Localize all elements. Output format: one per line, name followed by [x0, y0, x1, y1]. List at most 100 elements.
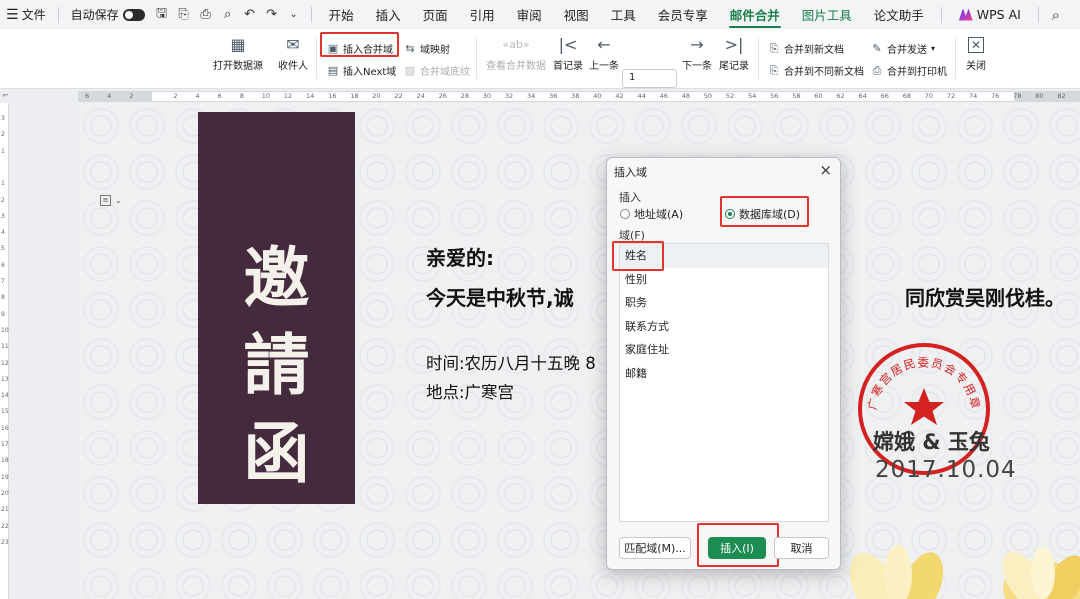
- field-item-gender[interactable]: 性别: [620, 268, 828, 292]
- field-item-address[interactable]: 家庭住址: [620, 338, 828, 362]
- place-line: 地点:广寒宫: [426, 383, 515, 402]
- address-field-radio[interactable]: 地址域(A): [620, 206, 683, 222]
- wps-ai-logo-icon: [958, 8, 973, 21]
- close-label: 关闭: [966, 61, 986, 72]
- file-menu[interactable]: ☰ 文件: [0, 0, 52, 29]
- last-record-label: 尾记录: [719, 61, 749, 72]
- merge-separate-docs-button[interactable]: ⎘ 合并到不同新文档: [768, 63, 864, 79]
- ribbon-separator: [758, 37, 759, 79]
- field-item-contact[interactable]: 联系方式: [620, 315, 828, 339]
- ruler-tick-label: 6: [85, 92, 90, 100]
- menu-separator: [1037, 6, 1039, 23]
- menu-separator: [310, 6, 312, 23]
- export-pdf-icon[interactable]: ⎘: [173, 4, 195, 26]
- arrow-right-icon: →: [690, 35, 704, 54]
- merge-field-shading-button[interactable]: ▨ 合并域底纹: [404, 63, 470, 78]
- vertical-ruler-tick-label: 14: [1, 392, 9, 400]
- arrow-left-icon: ←: [597, 35, 611, 54]
- tab-mail-merge[interactable]: 邮件合并: [719, 0, 791, 29]
- record-number-input[interactable]: 1: [622, 69, 677, 88]
- save-icon[interactable]: 🖫: [151, 4, 173, 26]
- print-icon[interactable]: ⎙: [195, 4, 217, 26]
- recipients-button[interactable]: ✉ 收件人: [278, 37, 308, 73]
- lotus-flower-image: [849, 545, 1080, 599]
- ruler-tick-label: 40: [593, 92, 602, 100]
- field-item-name[interactable]: 姓名: [620, 244, 828, 268]
- insert-next-field-button[interactable]: ▤ 插入Next域: [327, 63, 397, 78]
- open-datasource-button[interactable]: ▦ 打开数据源: [213, 35, 263, 73]
- close-mail-merge-button[interactable]: ✕ 关闭: [966, 37, 986, 72]
- vertical-ruler[interactable]: 3 2 1 1 2 3 4 5 6 7 8 9 10 11 12 13 14 15 16 17 18 19 20 21 22 23: [0, 103, 9, 599]
- ruler-tick-label: 20: [372, 92, 381, 100]
- radio-off-icon: [620, 209, 630, 219]
- prev-record-button[interactable]: ← 上一条: [589, 35, 619, 73]
- invitation-banner: 邀 請 函: [198, 112, 355, 504]
- tab-picture-tools[interactable]: 图片工具: [791, 0, 863, 29]
- vertical-ruler-tick-label: 2: [1, 131, 5, 139]
- ruler-tick-label: 22: [394, 92, 403, 100]
- field-item-origin[interactable]: 邮籍: [620, 362, 828, 386]
- ruler-corner-icon: ⌐: [2, 91, 9, 100]
- merge-new-doc-button[interactable]: ⎘ 合并到新文档: [768, 41, 844, 57]
- autosave-toggle[interactable]: 自动保存: [65, 0, 151, 29]
- vertical-ruler-tick-label: 6: [1, 261, 5, 269]
- tab-member[interactable]: 会员专享: [647, 0, 719, 29]
- first-record-button[interactable]: |< 首记录: [553, 37, 583, 73]
- field-item-position[interactable]: 职务: [620, 291, 828, 315]
- vertical-ruler-tick-label: 8: [1, 294, 5, 302]
- insert-next-field-label: 插入Next域: [343, 67, 397, 78]
- insert-button[interactable]: 插入(I): [708, 537, 766, 559]
- horizontal-ruler[interactable]: ⌐ 6 4 2 2 4 6 8 10 12 14 16 18 20 22 24 26 28 30 32 34 36 38 4…: [0, 89, 1080, 103]
- redo-icon[interactable]: ↷: [261, 4, 283, 26]
- ruler-tick-label: 62: [836, 92, 845, 100]
- vertical-ruler-tick-label: 15: [1, 408, 9, 416]
- ruler-tick-label: 26: [438, 92, 447, 100]
- vertical-ruler-tick-label: 21: [1, 506, 9, 514]
- print-preview-icon[interactable]: ⌕: [217, 4, 239, 26]
- vertical-ruler-tick-label: 11: [1, 343, 9, 351]
- tab-insert[interactable]: 插入: [365, 0, 412, 29]
- tab-tools[interactable]: 工具: [600, 0, 647, 29]
- close-icon[interactable]: ×: [819, 161, 832, 179]
- ruler-tick-label: 32: [504, 92, 514, 100]
- document-page[interactable]: ≡ ⌄ 邀 請 函 亲爱的: 今天是中秋节,诚 同欣赏吴刚伐桂。 时间:农历八月…: [78, 103, 1080, 599]
- merge-printer-button[interactable]: ⎙ 合并到打印机: [871, 63, 947, 79]
- match-fields-button[interactable]: 匹配域(M)...: [619, 537, 691, 559]
- undo-icon[interactable]: ↶: [239, 4, 261, 26]
- tab-view[interactable]: 视图: [553, 0, 600, 29]
- vertical-ruler-tick-label: 16: [1, 424, 9, 432]
- open-datasource-label: 打开数据源: [213, 61, 263, 72]
- ruler-tick-label: 48: [681, 92, 690, 100]
- tab-thesis-assistant[interactable]: 论文助手: [863, 0, 935, 29]
- tab-references[interactable]: 引用: [459, 0, 506, 29]
- next-record-button[interactable]: → 下一条: [682, 35, 712, 73]
- vertical-ruler-tick-label: 12: [1, 359, 9, 367]
- tab-home[interactable]: 开始: [318, 0, 365, 29]
- search-icon[interactable]: ⌕: [1045, 4, 1067, 26]
- insert-merge-field-button[interactable]: ▣ 插入合并域: [327, 41, 393, 56]
- database-field-radio[interactable]: 数据库域(D): [725, 206, 800, 222]
- merge-send-button[interactable]: ✎ 合并发送 ▾: [871, 41, 935, 56]
- last-record-button[interactable]: >| 尾记录: [719, 37, 749, 73]
- field-list[interactable]: 姓名 性别 职务 联系方式 家庭住址 邮籍: [619, 243, 829, 522]
- paragraph-layout-control[interactable]: ≡ ⌄: [100, 195, 122, 206]
- tab-review[interactable]: 审阅: [506, 0, 553, 29]
- field-mapping-icon: ⇆: [405, 42, 415, 55]
- tab-page[interactable]: 页面: [412, 0, 459, 29]
- ruler-tick-label: 4: [107, 92, 112, 100]
- ruler-tick-label: 2: [173, 92, 178, 100]
- ribbon-separator: [476, 37, 477, 79]
- close-box-icon: ✕: [968, 37, 984, 53]
- file-menu-label: 文件: [21, 8, 46, 22]
- banner-char-2: 請: [243, 326, 310, 404]
- vertical-ruler-tick-label: 2: [1, 196, 5, 204]
- first-record-label: 首记录: [553, 61, 583, 72]
- view-merged-data-button[interactable]: «ab» 查看合并数据: [486, 37, 546, 72]
- chevron-down-icon[interactable]: ⌄: [283, 4, 305, 26]
- vertical-ruler-tick-label: 7: [1, 278, 5, 285]
- cancel-button[interactable]: 取消: [774, 537, 829, 559]
- ribbon-mail-merge: ▦ 打开数据源 ✉ 收件人 ▣ 插入合并域 ▤ 插入Next域 ⇆ 域映射 ▨ …: [0, 29, 1080, 89]
- tab-wps-ai[interactable]: WPS AI: [948, 0, 1032, 29]
- field-mapping-button[interactable]: ⇆ 域映射: [404, 41, 450, 56]
- datasource-icon: ▦: [230, 35, 246, 54]
